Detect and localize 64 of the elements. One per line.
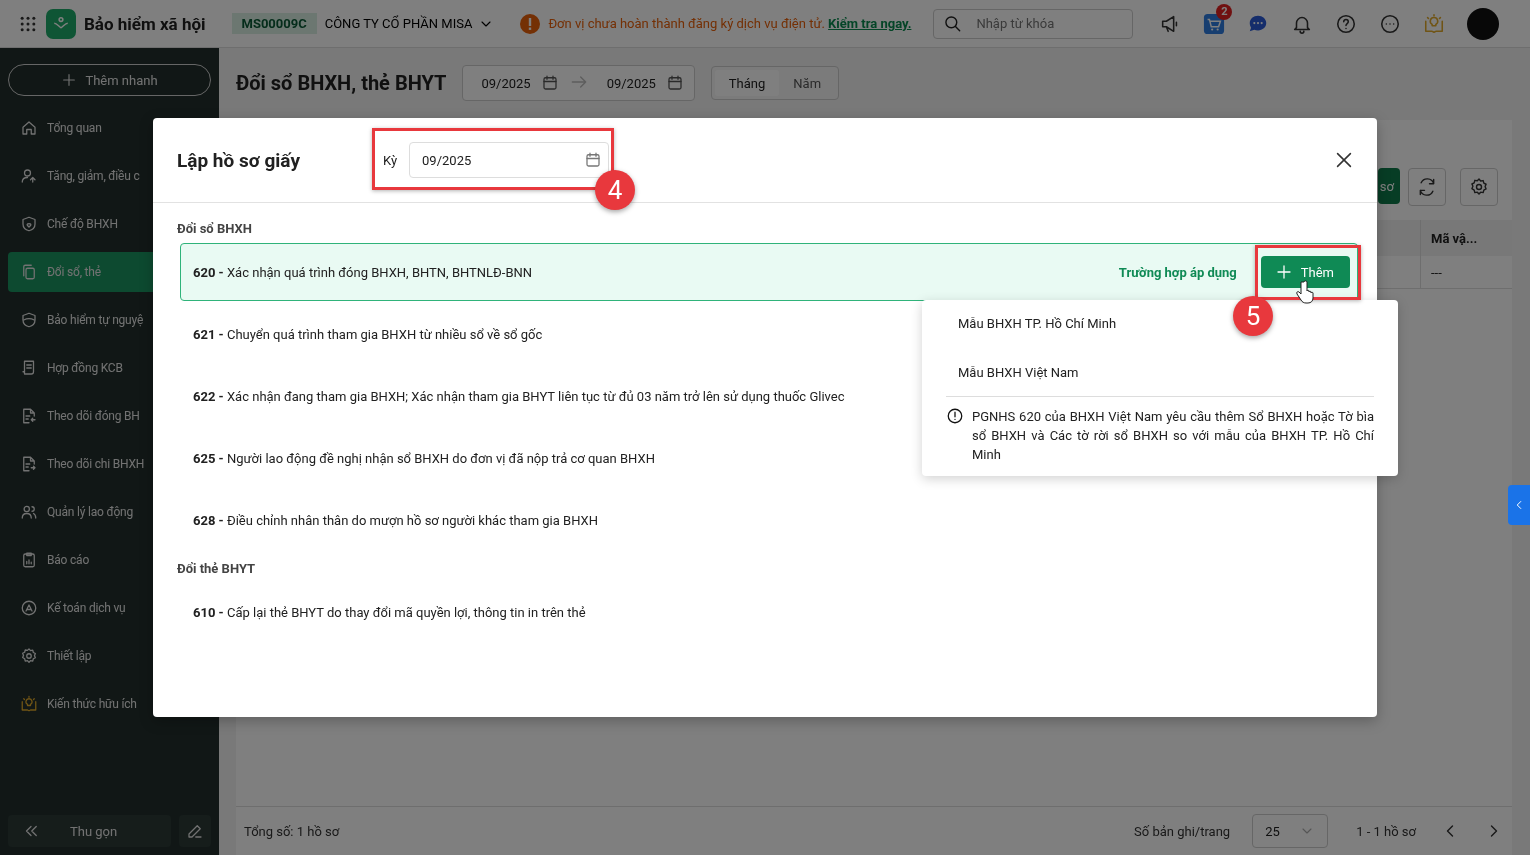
file-icon [20, 407, 38, 425]
collapse-button[interactable]: Thu gọn [8, 815, 171, 847]
home-icon [20, 119, 38, 137]
calculator-circle-icon [20, 599, 38, 617]
page-size-label: Số bản ghi/trang [1134, 823, 1231, 839]
dialog-title: Lập hồ sơ giấy [177, 148, 301, 172]
check-now-link[interactable]: Kiểm tra ngay. [828, 16, 912, 31]
shield-heart-icon [20, 215, 38, 233]
form-row[interactable]: 628 - Điều chỉnh nhân thân do mượn hồ sơ người khác tham gia BHXH [180, 491, 1358, 549]
settings-icon [1469, 177, 1489, 197]
pencil-icon [186, 822, 204, 840]
page-range: 1 - 1 hồ sơ [1356, 823, 1416, 839]
copy-icon [20, 263, 38, 281]
settings-button[interactable] [1460, 168, 1498, 206]
lightbulb-book-icon [1423, 12, 1446, 35]
info-icon [946, 407, 964, 425]
warning-icon [520, 13, 541, 34]
period-field[interactable]: 09/2025 [409, 142, 610, 178]
company-code: MS00009C [231, 13, 317, 34]
add-button[interactable]: Thêm [1260, 256, 1350, 288]
gear-icon [20, 647, 38, 665]
section-heading: Đổi thẻ BHYT [177, 559, 257, 578]
edit-button[interactable] [179, 815, 211, 847]
app-logo[interactable] [46, 8, 76, 39]
help-icon [1335, 12, 1358, 35]
app-name: Bảo hiểm xã hội [84, 13, 206, 34]
more-icon [1379, 12, 1402, 35]
date-range-field[interactable]: 09/2025 09/2025 [462, 65, 695, 101]
refresh-icon [1417, 177, 1437, 197]
calendar-icon [540, 74, 559, 92]
section-heading: Đổi sổ BHXH [177, 219, 253, 238]
page-title: Đổi sổ BHXH, thẻ BHYT [236, 71, 447, 95]
user-avatar[interactable] [1467, 7, 1500, 40]
period-tab[interactable]: Năm [779, 70, 836, 96]
period-tab[interactable]: Tháng [714, 70, 780, 96]
plus-icon [61, 72, 78, 88]
cart-badge: 2 [1216, 3, 1233, 20]
period-label: Kỳ [383, 152, 398, 168]
step-number: 4 [595, 170, 635, 210]
search-field[interactable]: Nhập từ khóa [933, 8, 1134, 39]
page-size-select[interactable]: 25 [1252, 814, 1329, 848]
applicable-cases-link[interactable]: Trường hợp áp dụng [1118, 264, 1237, 280]
total-count: Tổng số: 1 hồ sơ [244, 823, 340, 839]
user-icon [20, 167, 38, 185]
side-panel-toggle[interactable] [1508, 485, 1530, 525]
menu-item[interactable]: Mẫu BHXH Việt Nam [946, 350, 1374, 394]
shield-icon [20, 311, 38, 329]
clipboard-icon [20, 551, 38, 569]
sidebar-item[interactable]: Kiến thức hữu ích [8, 684, 211, 724]
create-button[interactable]: sơ [1377, 168, 1400, 204]
calendar-icon [584, 151, 603, 169]
table-cell: --- [1420, 256, 1512, 288]
sidebar-item[interactable]: Tổng quan [8, 108, 211, 148]
refresh-button[interactable] [1408, 168, 1446, 206]
users-icon [20, 503, 38, 521]
company-selector[interactable]: CÔNG TY CỔ PHẦN MISA [324, 15, 495, 32]
column-header: Mã vậ... [1420, 220, 1512, 256]
file-icon [20, 455, 38, 473]
sidebar-item[interactable]: Hợp đồng KCB [8, 348, 211, 388]
lightbulb-book-icon [20, 695, 38, 713]
calendar-icon [665, 74, 684, 92]
notice-text: Đơn vị chưa hoàn thành đăng ký dịch vụ điện tử. Kiểm tra ngay. [548, 16, 912, 31]
form-row[interactable]: 620 - Xác nhận quá trình đóng BHXH, BHTN, BHTNLĐ-BNN Trường hợp áp dụng Thêm [180, 243, 1358, 301]
note-text: PGNHS 620 của BHXH Việt Nam yêu cầu thêm Sổ BHXH hoặc Tờ bìa sổ BHXH và Các tờ rời sổ BHXH so với mẫu của BHXH TP. Hồ Chí Minh [972, 408, 1374, 464]
